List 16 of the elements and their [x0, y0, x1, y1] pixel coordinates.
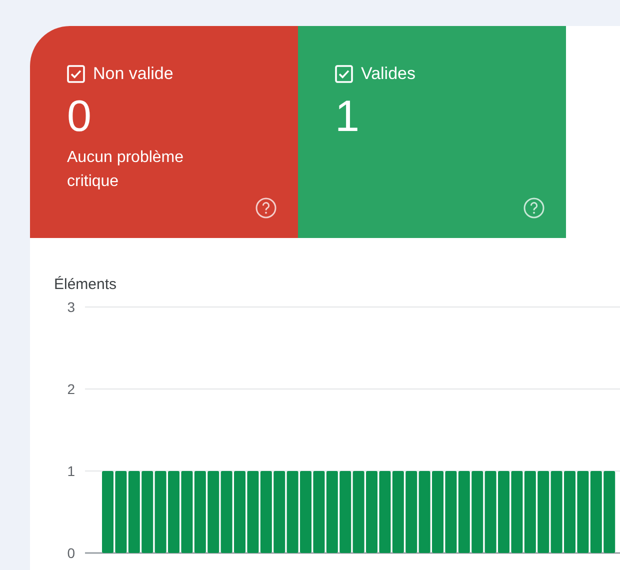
chart-ylabel: Éléments — [54, 276, 117, 294]
y-tick-label: 0 — [67, 545, 75, 561]
help-icon[interactable] — [255, 197, 277, 219]
y-tick-label: 1 — [67, 463, 75, 479]
checkbox[interactable] — [67, 65, 85, 83]
tile-count: 0 — [67, 92, 92, 142]
checkbox[interactable] — [335, 65, 353, 83]
tile-label: Non valide — [93, 64, 174, 84]
status-tile[interactable]: Valides 1 — [298, 26, 566, 238]
y-tick-label: 3 — [67, 299, 75, 315]
y-tick-label: 2 — [67, 381, 75, 397]
tile-description: Aucun problème critique — [67, 148, 185, 192]
status-tile[interactable]: Non valide 0 Aucun problème critique — [30, 26, 298, 238]
tile-label: Valides — [361, 64, 416, 84]
help-icon[interactable] — [523, 197, 545, 219]
tile-count: 1 — [335, 92, 360, 142]
